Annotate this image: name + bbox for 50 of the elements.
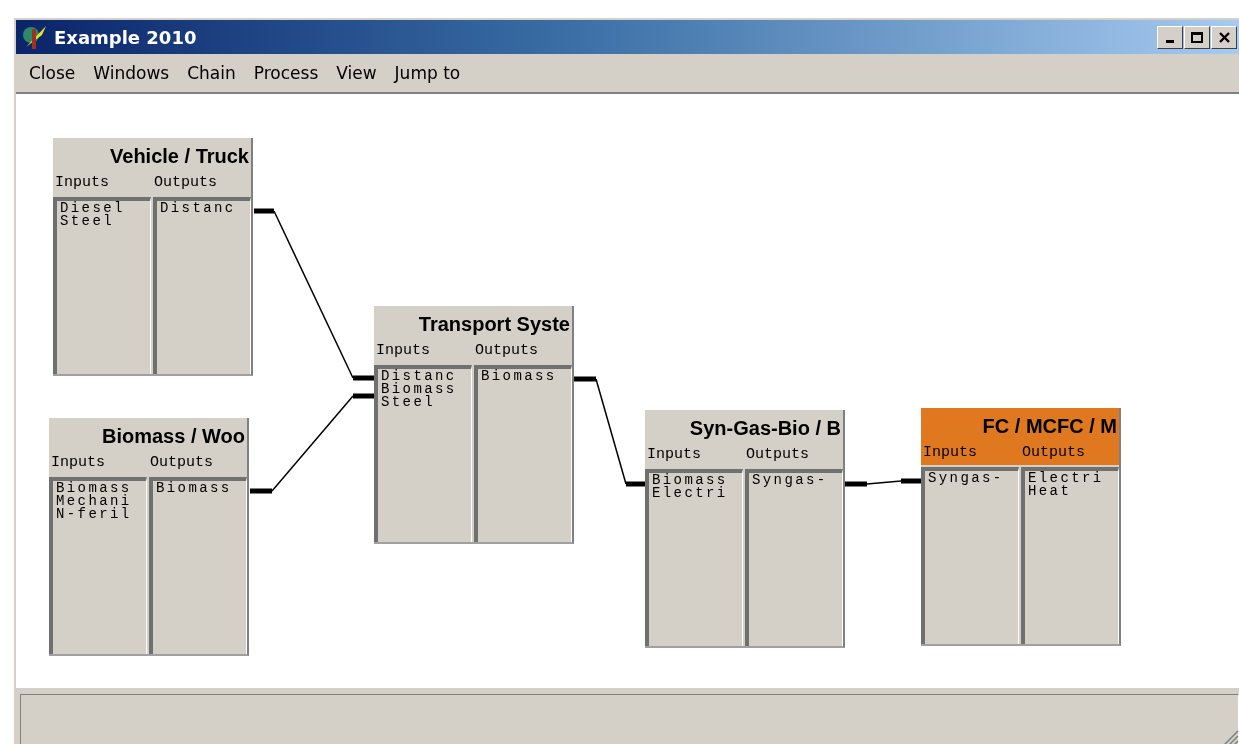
- list-item[interactable]: Syngas-: [928, 472, 1004, 485]
- list-item[interactable]: Heat: [1028, 485, 1072, 498]
- node-title: Syn-Gas-Bio / B: [688, 415, 842, 441]
- close-icon: [1218, 31, 1230, 43]
- list-item[interactable]: Biomass: [381, 383, 457, 396]
- list-item[interactable]: Biomass: [481, 370, 557, 383]
- node-title: Vehicle / Truck: [109, 143, 250, 169]
- column-header: Inputs: [646, 446, 702, 465]
- list-item[interactable]: Syngas-: [752, 474, 828, 487]
- column-header: Outputs: [1021, 444, 1086, 463]
- menu-item[interactable]: Close: [26, 63, 88, 83]
- minimize-button[interactable]: [1157, 25, 1183, 49]
- list-item[interactable]: Biomass: [56, 482, 132, 495]
- node-title: Biomass / Woo: [101, 423, 246, 449]
- process-node[interactable]: Biomass / Woo Inputs Outputs Biomass Mechani N-feril Biomass: [49, 418, 249, 656]
- list-item[interactable]: Electri: [652, 487, 728, 500]
- column-header: Inputs: [50, 454, 106, 473]
- column-header: Outputs: [149, 454, 214, 473]
- column-header: Inputs: [54, 174, 110, 193]
- list-item[interactable]: Steel: [60, 215, 114, 228]
- menu-item[interactable]: Windows: [90, 63, 182, 83]
- list-item[interactable]: Distanc: [160, 202, 236, 215]
- list-item[interactable]: Electri: [1028, 472, 1104, 485]
- column-header: Outputs: [474, 342, 539, 361]
- maximize-button[interactable]: [1184, 25, 1210, 49]
- list-item[interactable]: Biomass: [652, 474, 728, 487]
- column-header: Inputs: [922, 444, 978, 463]
- window-title: Example 2010: [54, 26, 198, 48]
- maximize-icon: [1191, 31, 1203, 43]
- process-node[interactable]: Transport Syste Inputs Outputs Distanc Biomass Steel Biomass: [374, 306, 574, 544]
- menu-item[interactable]: View: [333, 63, 389, 83]
- list-item[interactable]: Mechani: [56, 495, 132, 508]
- column-header: Inputs: [375, 342, 431, 361]
- minimize-icon: [1166, 39, 1174, 43]
- menu-item[interactable]: Jump to: [391, 63, 473, 83]
- list-item[interactable]: Biomass: [156, 482, 232, 495]
- column-header: Outputs: [745, 446, 810, 465]
- node-title: Transport Syste: [417, 311, 571, 337]
- process-node[interactable]: FC / MCFC / M Inputs Outputs Syngas- Electri Heat: [921, 408, 1121, 646]
- list-item[interactable]: Steel: [381, 396, 435, 409]
- node-title: FC / MCFC / M: [921, 408, 1119, 444]
- close-button[interactable]: [1211, 25, 1237, 49]
- list-item[interactable]: Diesel: [60, 202, 125, 215]
- list-item[interactable]: Distanc: [381, 370, 457, 383]
- menu-item[interactable]: Process: [250, 63, 331, 83]
- menu-item[interactable]: Chain: [184, 63, 248, 83]
- list-item[interactable]: N-feril: [56, 508, 132, 521]
- column-header: Outputs: [153, 174, 218, 193]
- process-node[interactable]: Vehicle / Truck Inputs Outputs Diesel Steel Distanc: [53, 138, 253, 376]
- process-node[interactable]: Syn-Gas-Bio / B Inputs Outputs Biomass Electri Syngas-: [645, 410, 845, 648]
